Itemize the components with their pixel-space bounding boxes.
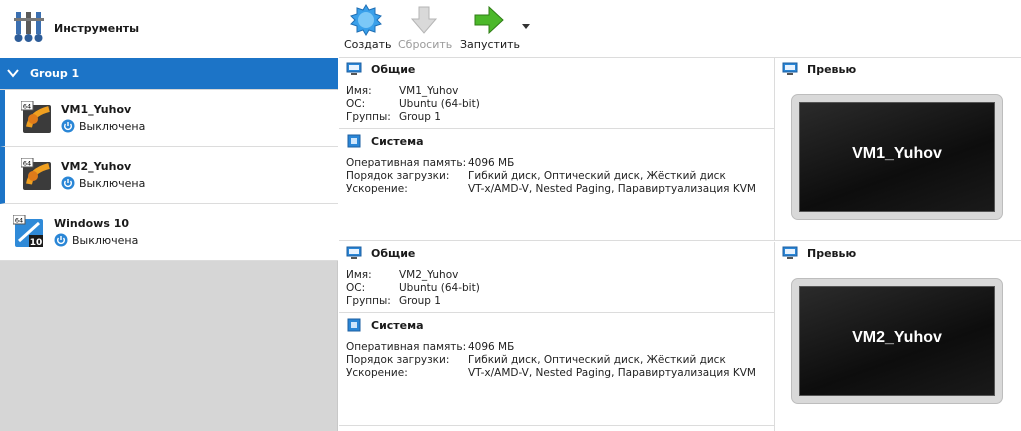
vm-state-label: Выключена <box>79 119 146 133</box>
vm-item-vm2[interactable]: 64 VM2_Yuhov Выключена <box>0 147 338 204</box>
create-button[interactable]: Создать <box>344 4 392 51</box>
boot-order-key: Порядок загрузки: <box>346 354 450 366</box>
divider <box>339 312 774 313</box>
ubuntu-vm-icon: 64 <box>21 101 51 133</box>
preview-section-header[interactable]: Превью <box>782 246 856 260</box>
details-pane-vm1: Общие Имя: VM1_Yuhov ОС: Ubuntu (64-bit)… <box>339 58 774 241</box>
chip-icon <box>347 134 361 148</box>
ram-key: Оперативная память: <box>346 157 467 169</box>
name-key: Имя: <box>346 85 372 97</box>
svg-text:64: 64 <box>23 103 31 111</box>
details-pane-vm2: Общие Имя: VM2_Yuhov ОС: Ubuntu (64-bit)… <box>339 242 774 431</box>
general-section-header[interactable]: Общие <box>346 246 415 260</box>
divider <box>339 425 774 426</box>
monitor-icon <box>782 62 798 75</box>
vm-item-vm1[interactable]: 64 VM1_Yuhov Выключена <box>0 90 338 147</box>
monitor-icon <box>346 246 362 259</box>
reset-label: Сбросить <box>398 38 453 51</box>
preview-screen: VM1_Yuhov <box>791 94 1003 220</box>
create-star-icon <box>350 4 382 36</box>
os-key: ОС: <box>346 282 366 294</box>
group-header[interactable]: Group 1 <box>0 58 338 89</box>
chevron-down-icon <box>7 69 19 78</box>
preview-section-header[interactable]: Превью <box>782 62 856 76</box>
acceleration-value: VT-x/AMD-V, Nested Paging, Паравиртуализ… <box>468 183 756 195</box>
reset-arrow-icon <box>410 6 438 34</box>
preview-vm-name: VM2_Yuhov <box>852 329 942 346</box>
vm-name: VM1_Yuhov <box>61 103 132 116</box>
system-title: Система <box>371 134 424 148</box>
vm-item-windows10[interactable]: 64 10 Windows 10 Выключена <box>0 204 338 261</box>
divider <box>339 128 774 129</box>
preview-title: Превью <box>807 62 857 76</box>
main-toolbar: Создать Сбросить Запустить <box>339 0 1021 58</box>
vm-state-label: Выключена <box>79 176 146 190</box>
system-section-header[interactable]: Система <box>346 134 424 148</box>
ram-key: Оперативная память: <box>346 341 467 353</box>
power-icon <box>54 233 68 247</box>
chip-icon <box>347 318 361 332</box>
os-value: Ubuntu (64-bit) <box>399 282 480 294</box>
dropdown-arrow-icon[interactable] <box>522 24 530 30</box>
boot-order-value: Гибкий диск, Оптический диск, Жёсткий ди… <box>468 354 726 366</box>
general-title: Общие <box>371 246 416 260</box>
power-icon <box>61 176 75 190</box>
preview-pane-vm2: Превью VM2_Yuhov <box>774 242 1021 431</box>
vm-state: Выключена <box>61 176 145 190</box>
ram-value: 4096 МБ <box>468 157 515 169</box>
vm-state: Выключена <box>61 119 145 133</box>
power-icon <box>61 119 75 133</box>
create-label: Создать <box>344 38 392 51</box>
boot-order-value: Гибкий диск, Оптический диск, Жёсткий ди… <box>468 170 726 182</box>
start-label: Запустить <box>460 38 520 51</box>
preview-vm-name: VM1_Yuhov <box>852 145 942 162</box>
reset-button[interactable]: Сбросить <box>398 4 453 51</box>
acceleration-key: Ускорение: <box>346 367 408 379</box>
preview-display: VM1_Yuhov <box>799 102 995 212</box>
svg-text:64: 64 <box>15 217 23 225</box>
groups-value: Group 1 <box>399 295 441 307</box>
system-section-header[interactable]: Система <box>346 318 424 332</box>
divider <box>339 240 774 241</box>
name-value: VM1_Yuhov <box>399 85 459 97</box>
start-arrow-icon <box>474 5 504 35</box>
general-title: Общие <box>371 62 416 76</box>
general-section-header[interactable]: Общие <box>346 62 415 76</box>
preview-screen: VM2_Yuhov <box>791 278 1003 404</box>
svg-text:64: 64 <box>23 160 31 168</box>
name-key: Имя: <box>346 269 372 281</box>
acceleration-value: VT-x/AMD-V, Nested Paging, Паравиртуализ… <box>468 367 756 379</box>
ubuntu-vm-icon: 64 <box>21 158 51 190</box>
tools-label: Инструменты <box>54 22 140 35</box>
svg-text:10: 10 <box>30 238 43 248</box>
os-key: ОС: <box>346 98 366 110</box>
groups-value: Group 1 <box>399 111 441 123</box>
system-title: Система <box>371 318 424 332</box>
vm-state-label: Выключена <box>72 233 139 247</box>
preview-display: VM2_Yuhov <box>799 286 995 396</box>
monitor-icon <box>782 246 798 259</box>
preview-pane-vm1: Превью VM1_Yuhov <box>774 58 1021 241</box>
vm-state: Выключена <box>54 233 138 247</box>
groups-key: Группы: <box>346 111 391 123</box>
monitor-icon <box>346 62 362 75</box>
preview-title: Превью <box>807 246 857 260</box>
name-value: VM2_Yuhov <box>399 269 459 281</box>
vm-name: VM2_Yuhov <box>61 160 132 173</box>
start-button[interactable]: Запустить <box>460 4 520 51</box>
groups-key: Группы: <box>346 295 391 307</box>
machine-list-panel: Инструменты Group 1 64 VM1_Yuhov Выключе… <box>0 0 338 431</box>
os-value: Ubuntu (64-bit) <box>399 98 480 110</box>
tools-icon <box>14 12 44 42</box>
ram-value: 4096 МБ <box>468 341 515 353</box>
vm-name: Windows 10 <box>54 217 130 230</box>
group-label: Group 1 <box>30 67 80 80</box>
windows-vm-icon: 64 10 <box>13 215 43 248</box>
acceleration-key: Ускорение: <box>346 183 408 195</box>
tools-item[interactable]: Инструменты <box>0 0 338 58</box>
boot-order-key: Порядок загрузки: <box>346 170 450 182</box>
